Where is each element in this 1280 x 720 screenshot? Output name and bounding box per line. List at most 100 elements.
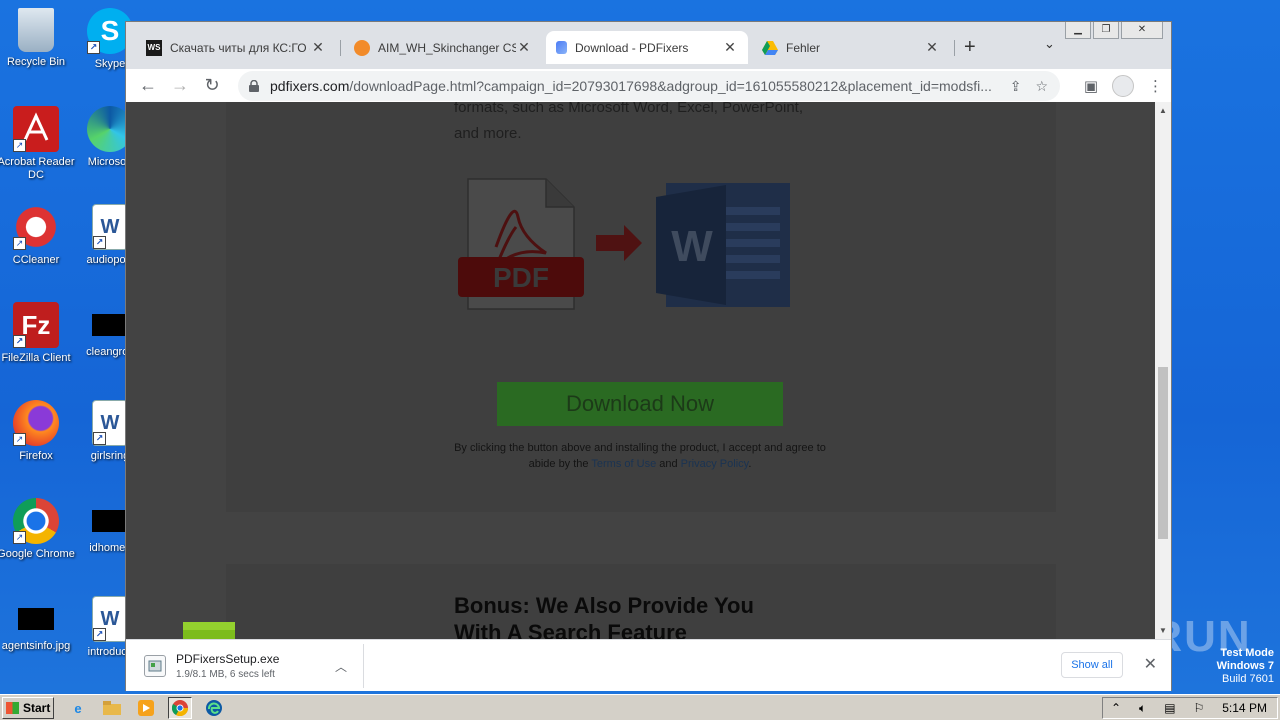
shortcut-arrow-icon: ↗ [13,335,26,348]
exe-file-icon [144,655,166,677]
svg-text:PDF: PDF [493,262,549,293]
tab-fehler[interactable]: Fehler ✕ [752,31,950,64]
url-text: pdfixers.com/downloadPage.html?campaign_… [270,78,992,94]
tab-csgo-cheats[interactable]: WS Скачать читы для КС:ГО – ✕ [136,31,336,64]
installer-glyph-icon [148,660,162,672]
ws-favicon-icon: WS [146,39,162,56]
download-progress-status: 1.9/8.1 MB, 6 secs left [176,669,275,680]
idhomes-thumbnail-icon [92,510,128,532]
download-options-chevron-icon[interactable]: ︿ [335,658,347,675]
filezilla-icon: Fz ↗ [13,302,59,348]
orange-favicon-icon [354,39,370,56]
desktop-icon-acrobat[interactable]: ↗ Acrobat Reader DC [0,106,76,182]
show-all-downloads-button[interactable]: Show all [1061,652,1123,678]
profile-avatar-icon[interactable] [1112,75,1134,97]
download-item[interactable]: PDFixersSetup.exe 1.9/8.1 MB, 6 secs lef… [132,644,364,688]
word-document-icon: W ↗ [92,400,128,446]
desktop-icon-firefox[interactable]: ↗ Firefox [0,400,76,463]
tray-expand-icon[interactable]: ⌃ [1111,701,1121,715]
download-now-button[interactable]: Download Now [497,382,783,426]
scroll-down-arrow-icon[interactable]: ▼ [1159,626,1167,635]
drive-logo-icon [762,40,778,55]
internet-explorer-icon[interactable]: e [66,697,90,719]
pdf-to-word-illustration-icon: PDF W [458,178,790,310]
bonus-heading: Bonus: We Also Provide You With A Search… [454,593,754,639]
chrome-logo-icon [172,700,188,716]
privacy-policy-link[interactable]: Privacy Policy [681,458,749,470]
scrollbar-thumb[interactable] [1158,367,1168,539]
shortcut-arrow-icon: ↗ [13,433,26,446]
file-explorer-icon[interactable] [100,697,124,719]
download-shelf-close-icon[interactable]: ✕ [1144,654,1157,674]
shortcut-arrow-icon: ↗ [13,531,26,544]
minimize-icon[interactable]: ▁ [1065,22,1091,39]
padlock-shape-icon [249,79,259,92]
pdf-to-word-graphic: PDF W [456,177,796,320]
toolbar-right-actions: ▣ ⋮ [1084,75,1163,97]
download-filename: PDFixersSetup.exe [176,652,280,666]
tab-close-icon[interactable]: ✕ [722,39,738,56]
forward-arrow-icon[interactable]: → [164,75,196,96]
legal-disclaimer: By clicking the button above and install… [454,442,826,470]
ccleaner-icon: ↗ [13,204,59,250]
shortcut-arrow-icon: ↗ [93,432,106,445]
scroll-up-arrow-icon[interactable]: ▲ [1159,106,1167,115]
reload-icon[interactable]: ↻ [196,75,228,96]
tab-close-icon[interactable]: ✕ [310,39,326,56]
system-tray: ⌃ 🔈︎ ▤ ⚐ 5:14 PM [1102,697,1278,719]
network-icon[interactable]: ▤ [1164,701,1175,715]
share-icon[interactable]: ⇪ [1010,78,1022,95]
desktop-icon-google-chrome[interactable]: ↗ Google Chrome [0,498,76,561]
taskbar: Start e ⌃ 🔈︎ ▤ ⚐ 5:14 PM [0,694,1280,720]
word-document-icon: W ↗ [92,204,128,250]
feature-text-line2: and more. [454,125,522,142]
volume-icon[interactable]: 🔈︎ [1139,701,1146,716]
cleangrov-thumbnail-icon [92,314,128,336]
chrome-icon: ↗ [13,498,59,544]
action-center-flag-icon[interactable]: ⚐ [1194,701,1205,715]
edge-taskbar-icon[interactable] [202,697,226,719]
desktop-icon-recycle-bin[interactable]: Recycle Bin [0,8,76,69]
new-tab-plus-icon[interactable]: + [964,36,976,59]
shortcut-arrow-icon: ↗ [93,628,106,641]
shortcut-arrow-icon: ↗ [13,237,26,250]
chrome-window: WS Скачать читы для КС:ГО – ✕ AIM_WH_Ski… [125,21,1172,691]
play-shape-icon [138,700,154,716]
window-controls: ▁ ❐ ✕ [1065,22,1163,39]
tab-separator [340,40,341,56]
lock-icon [248,79,260,92]
pdfixers-favicon-icon [556,41,567,54]
google-drive-favicon-icon [762,40,778,56]
feature-text-line1: formats, such as Microsoft Word, Excel, … [454,102,804,116]
desktop-icon-agentsinfo[interactable]: agentsinfo.jpg [0,596,76,653]
bookmark-star-icon[interactable]: ☆ [1035,78,1048,95]
windows-flag-icon [6,702,19,714]
page-viewport: formats, such as Microsoft Word, Excel, … [126,102,1156,639]
side-panel-icon[interactable]: ▣ [1084,77,1098,95]
address-bar[interactable]: pdfixers.com/downloadPage.html?campaign_… [238,71,1060,101]
terms-of-use-link[interactable]: Terms of Use [591,458,656,470]
desktop-icon-ccleaner[interactable]: ↗ CCleaner [0,204,76,267]
shortcut-arrow-icon: ↗ [13,139,26,152]
tab-aim-wh[interactable]: AIM_WH_Skinchanger CSGO ✕ [344,31,542,64]
edge-logo-icon [206,700,222,716]
word-document-icon: W ↗ [92,596,128,642]
tab-close-icon[interactable]: ✕ [516,39,532,56]
tab-download-pdfixers[interactable]: Download - PDFixers ✕ [546,31,748,64]
recycle-bin-icon [18,8,54,52]
desktop-icon-filezilla[interactable]: Fz ↗ FileZilla Client [0,302,76,365]
clock[interactable]: 5:14 PM [1222,701,1267,715]
tab-close-icon[interactable]: ✕ [924,39,940,56]
page-scrollbar[interactable]: ▲ ▼ [1155,102,1171,639]
window-close-icon[interactable]: ✕ [1121,22,1163,39]
tab-search-chevron-icon[interactable]: ⌄ [1044,36,1055,52]
firefox-icon: ↗ [13,400,59,446]
restore-icon[interactable]: ❐ [1093,22,1119,39]
chrome-taskbar-icon[interactable] [168,697,192,719]
media-player-icon[interactable] [134,697,158,719]
start-button[interactable]: Start [2,697,54,719]
back-arrow-icon[interactable]: ← [132,75,164,96]
browser-toolbar: ← → ↻ pdfixers.com/downloadPage.html?cam… [126,69,1171,102]
kebab-menu-icon[interactable]: ⋮ [1148,77,1163,95]
acrobat-icon: ↗ [13,106,59,152]
